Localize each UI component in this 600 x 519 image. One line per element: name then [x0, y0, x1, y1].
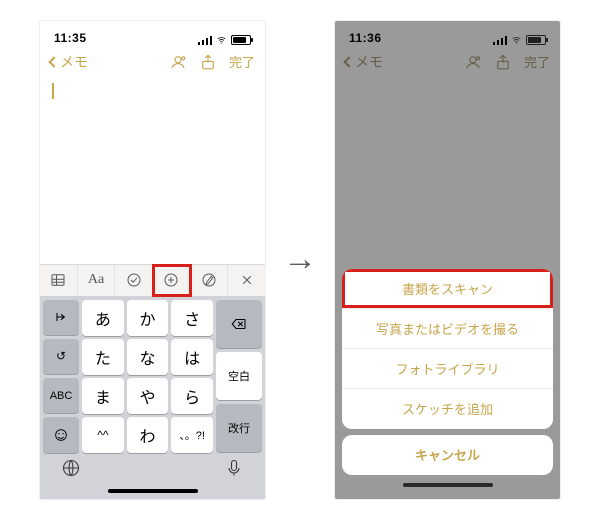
mic-icon[interactable]	[224, 458, 244, 483]
keyboard-toolbar: Aa	[40, 264, 265, 296]
battery-icon	[526, 35, 546, 45]
key-ra[interactable]: ら	[171, 378, 213, 414]
cellular-icon	[198, 35, 212, 45]
done-button: 完了	[524, 52, 550, 71]
collaborate-icon[interactable]	[169, 53, 187, 71]
text-cursor	[52, 83, 54, 99]
key-ha[interactable]: は	[171, 339, 213, 375]
wifi-icon	[510, 35, 523, 45]
status-time: 11:36	[349, 31, 382, 45]
done-button[interactable]: 完了	[229, 52, 255, 71]
sheet-take-photo-video[interactable]: 写真またはビデオを撮る	[342, 309, 553, 349]
status-bar: 11:36	[335, 21, 560, 47]
key-space[interactable]: 空白	[216, 352, 262, 400]
key-next-candidate[interactable]	[43, 300, 79, 335]
status-time: 11:35	[54, 31, 87, 45]
key-a[interactable]: あ	[82, 300, 124, 336]
home-indicator	[403, 483, 493, 487]
collaborate-icon	[464, 53, 482, 71]
note-editor[interactable]	[40, 77, 265, 264]
markup-icon[interactable]	[191, 265, 229, 296]
key-symbols[interactable]: ^^	[82, 417, 124, 453]
format-button[interactable]: Aa	[78, 265, 116, 296]
back-label: メモ	[355, 52, 383, 72]
key-emoji[interactable]	[43, 417, 79, 452]
share-icon[interactable]	[199, 53, 217, 71]
key-ya[interactable]: や	[127, 378, 169, 414]
home-indicator	[108, 489, 198, 493]
key-return[interactable]: 改行	[216, 404, 262, 452]
chevron-left-icon	[343, 56, 354, 67]
key-na[interactable]: な	[127, 339, 169, 375]
attach-add-button[interactable]	[153, 265, 191, 296]
checklist-icon[interactable]	[115, 265, 153, 296]
nav-bar: メモ 完了	[335, 47, 560, 77]
key-backspace[interactable]	[216, 300, 262, 348]
share-icon	[494, 53, 512, 71]
phone-left-notes-editor: 11:35 メモ 完了 Aa	[40, 21, 265, 499]
key-undo[interactable]: ↺	[43, 339, 79, 374]
back-button: メモ	[345, 52, 383, 72]
sheet-photo-library[interactable]: フォトライブラリ	[342, 349, 553, 389]
cellular-icon	[493, 35, 507, 45]
key-ma[interactable]: ま	[82, 378, 124, 414]
battery-icon	[231, 35, 251, 45]
status-indicators	[198, 35, 251, 45]
status-indicators	[493, 35, 546, 45]
attachment-actionsheet: 書類をスキャン 写真またはビデオを撮る フォトライブラリ スケッチを追加 キャン…	[335, 263, 560, 499]
toolbar-close-icon[interactable]	[228, 265, 265, 296]
wifi-icon	[215, 35, 228, 45]
sheet-scan-documents[interactable]: 書類をスキャン	[342, 269, 553, 309]
key-sa[interactable]: さ	[171, 300, 213, 336]
back-button[interactable]: メモ	[50, 52, 88, 72]
sheet-cancel-button[interactable]: キャンセル	[342, 435, 553, 475]
back-label: メモ	[60, 52, 88, 72]
arrow-right-icon: →	[283, 240, 317, 279]
key-punct[interactable]: 、。?!	[171, 417, 213, 453]
status-bar: 11:35	[40, 21, 265, 47]
keyboard-kana: ↺ ABC あ か さ た な は ま や ら ^^ わ 、。?!	[40, 296, 265, 499]
sheet-add-sketch[interactable]: スケッチを追加	[342, 389, 553, 429]
key-ta[interactable]: た	[82, 339, 124, 375]
key-wa[interactable]: わ	[127, 417, 169, 453]
dimmed-backdrop[interactable]	[335, 77, 560, 263]
table-icon[interactable]	[40, 265, 78, 296]
globe-icon[interactable]	[61, 458, 81, 483]
actionsheet-options: 書類をスキャン 写真またはビデオを撮る フォトライブラリ スケッチを追加	[342, 269, 553, 429]
phone-right-actionsheet: 11:36 メモ 完了 書類をスキャン 写真またはビデオを撮る	[335, 21, 560, 499]
key-abc[interactable]: ABC	[43, 378, 79, 413]
chevron-left-icon	[48, 56, 59, 67]
nav-bar: メモ 完了	[40, 47, 265, 77]
key-ka[interactable]: か	[127, 300, 169, 336]
